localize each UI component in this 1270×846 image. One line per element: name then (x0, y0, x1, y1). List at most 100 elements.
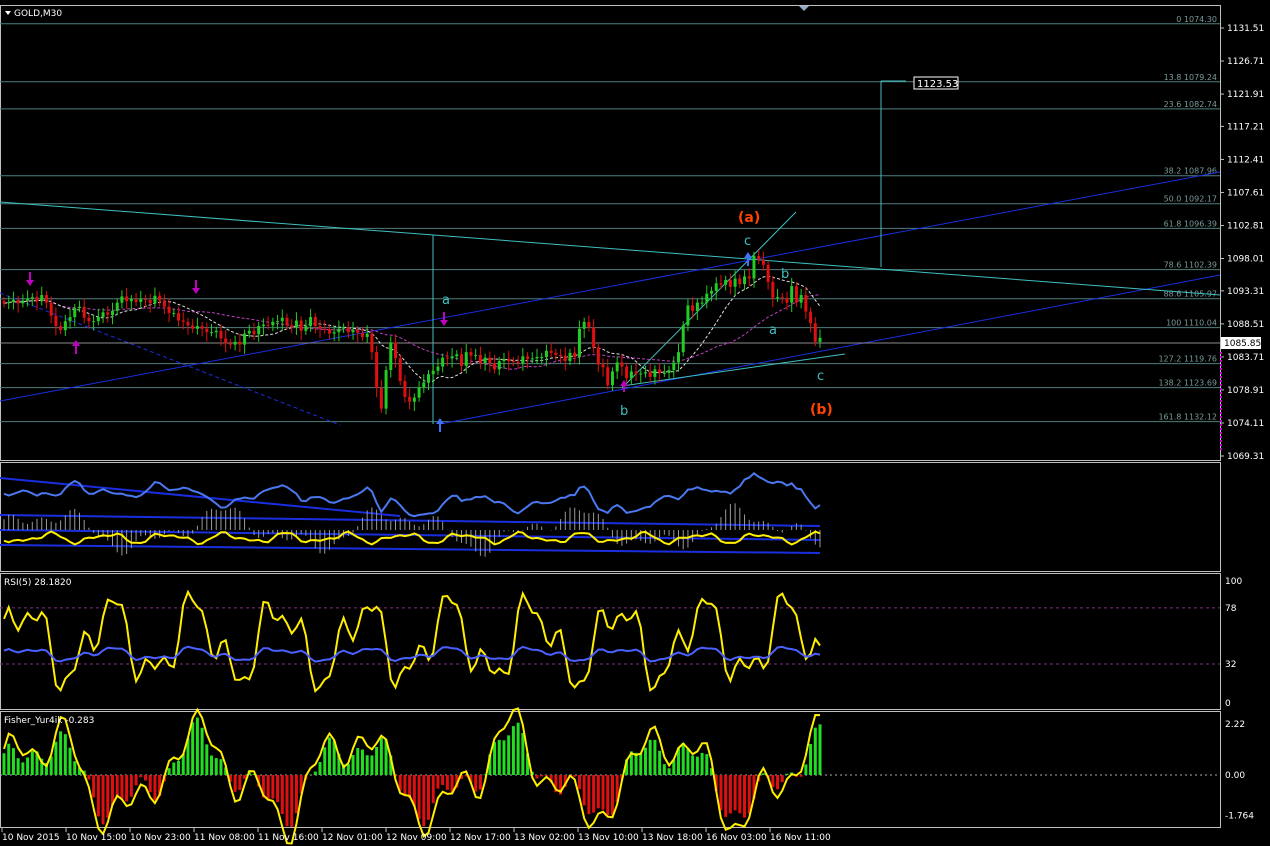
candle-body (507, 359, 511, 362)
wave-label-b-major: (b) (810, 402, 833, 418)
candle-body (375, 352, 379, 388)
candle-body (40, 295, 44, 302)
candle-body (610, 371, 614, 386)
candle-body (351, 330, 355, 333)
trading-chart[interactable]: GOLD,M30 161.8 1132.12 138.2 1123.69 127.2… (0, 0, 1270, 846)
candle-body (115, 302, 119, 311)
candle-body (478, 354, 482, 364)
candle-body (110, 310, 114, 316)
candle-body (233, 341, 237, 345)
fib-level-label: 161.8 1132.12 (1158, 413, 1217, 422)
candle-body (285, 317, 289, 326)
candle-body (785, 297, 789, 303)
candle-body (469, 352, 473, 356)
candle-body (125, 296, 129, 302)
candle-body (427, 374, 431, 383)
candle-body (101, 312, 105, 318)
candle-body (747, 276, 751, 279)
candle-body (757, 255, 761, 260)
candle-body (710, 290, 714, 294)
candle-body (181, 320, 185, 322)
time-tick-label: 10 Nov 2015 (2, 833, 60, 843)
candle-body (412, 397, 416, 402)
candle-body (337, 328, 341, 333)
fib-level-label: 13.8 1079.24 (1164, 73, 1217, 82)
fisher-tick-label: 2.22 (1225, 720, 1245, 730)
candle-body (129, 299, 133, 302)
candle-body (596, 347, 600, 365)
candle-body (219, 330, 223, 339)
candle-body (719, 283, 723, 285)
candle-body (695, 302, 699, 311)
candle-body (643, 372, 647, 374)
candle-body (559, 354, 563, 356)
candle-body (554, 352, 558, 355)
candle-body (606, 367, 610, 386)
candle-body (724, 279, 728, 285)
candle-body (403, 381, 407, 397)
candle-body (309, 317, 313, 327)
candle-body (761, 259, 765, 265)
candle-body (483, 357, 487, 364)
wave-label-a: a (442, 293, 450, 308)
wave-label-a-major: (a) (738, 210, 760, 226)
candle-body (243, 333, 247, 345)
candle-body (535, 356, 539, 359)
candle-body (120, 296, 124, 303)
candle-body (63, 321, 67, 331)
candle-body (648, 372, 652, 377)
candle-body (35, 297, 39, 302)
candle-body (714, 283, 718, 291)
fib-level-label: 138.2 1123.69 (1158, 379, 1217, 388)
candle-body (299, 320, 303, 331)
candle-body (474, 354, 478, 356)
candle-body (662, 372, 666, 374)
candle-body (21, 300, 25, 304)
candle-body (450, 356, 454, 359)
candle-body (323, 328, 327, 330)
candle-body (224, 338, 228, 344)
target-price-text: 1123.53 (917, 79, 958, 90)
wave-label-b-right: b (781, 267, 789, 282)
candle-body (794, 286, 798, 303)
candle-body (733, 278, 737, 287)
candle-body (658, 369, 662, 373)
candle-body (144, 299, 148, 301)
candle-body (370, 333, 374, 353)
candle-body (700, 302, 704, 304)
time-tick-label: 11 Nov 08:00 (194, 833, 255, 843)
price-tick-label: 1088.51 (1227, 320, 1264, 330)
fib-level-label: 61.8 1096.39 (1164, 219, 1217, 228)
candle-body (813, 323, 817, 342)
candle-body (752, 255, 756, 279)
candle-body (601, 364, 605, 368)
candle-body (389, 342, 393, 371)
time-tick-label: 12 Nov 17:00 (450, 833, 511, 843)
candle-body (455, 354, 459, 357)
candle-body (82, 306, 86, 318)
fib-level-label: 100 1110.04 (1166, 319, 1217, 328)
candle-body (582, 321, 586, 329)
candle-body (445, 357, 449, 359)
candle-body (134, 299, 138, 302)
target-price-label[interactable]: 1123.53 (913, 76, 959, 90)
candle-body (49, 302, 53, 316)
candle-body (186, 321, 190, 326)
candle-body (780, 297, 784, 299)
wave-label-c-end: c (817, 369, 824, 384)
candle-body (200, 326, 204, 329)
rsi-tick-label: 0 (1225, 699, 1231, 709)
price-tick-label: 1102.81 (1227, 221, 1264, 231)
fib-level-label: 23.6 1082.74 (1164, 100, 1217, 109)
candle-body (167, 306, 171, 313)
candle-body (228, 343, 232, 345)
candle-body (379, 387, 383, 409)
candle-body (276, 321, 280, 323)
candle-body (313, 317, 317, 327)
candle-body (266, 324, 270, 326)
candle-body (393, 342, 397, 359)
candle-body (776, 297, 780, 299)
chart-title: GOLD,M30 (14, 9, 62, 19)
wave-label-c-top: c (744, 234, 751, 249)
time-tick-label: 12 Nov 09:00 (386, 833, 447, 843)
